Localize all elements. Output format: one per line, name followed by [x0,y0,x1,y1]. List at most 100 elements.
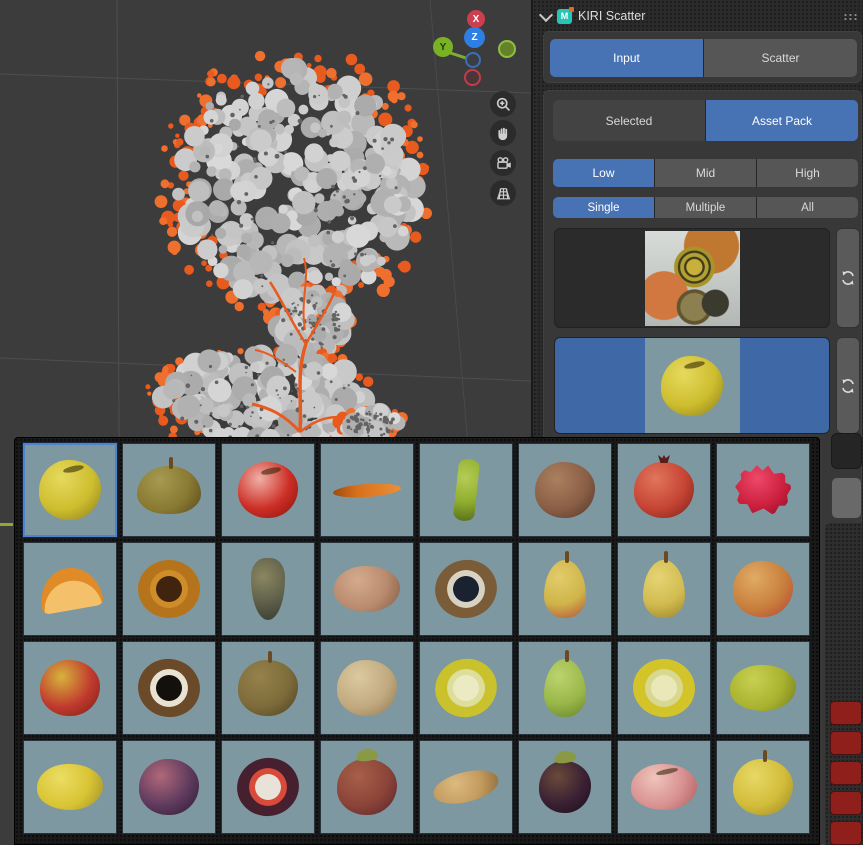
tab-selected[interactable]: Selected [553,100,705,141]
asset-item-cucumber[interactable] [419,443,513,537]
refresh-asset-1-button[interactable] [836,228,860,328]
panel-drag-grip-icon[interactable] [843,13,857,20]
asset-item-small-pear[interactable] [518,542,612,636]
asset-item-lemon-lying[interactable] [23,740,117,834]
refresh-icon [840,270,856,286]
material-slot-1[interactable] [830,701,862,725]
tab-low[interactable]: Low [553,159,654,187]
fruit-pack-thumbnail [645,231,740,326]
zoom-tool-button[interactable] [490,91,516,117]
main-tab-group: Input Scatter [550,39,857,77]
asset-item-open-coconut[interactable] [419,542,513,636]
open-coconut-thumbnail [429,553,504,625]
asset-item-butternut-upright[interactable] [221,542,315,636]
coconut-half-thumbnail [133,654,204,722]
tab-high[interactable]: High [757,159,858,187]
asset-item-yellow-pear[interactable] [617,542,711,636]
camera-view-button[interactable] [490,150,516,176]
material-slot-5[interactable] [830,821,862,845]
dragonfruit-thumbnail [730,460,795,521]
tab-mid[interactable]: Mid [655,159,756,187]
asset-dropdown-grid [14,437,820,845]
carrot-thumbnail [333,481,402,499]
asset-item-lemon[interactable] [23,443,117,537]
asset-item-green-pear[interactable] [518,641,612,735]
asset-item-flat-peach[interactable] [617,740,711,834]
green-pumpkin-thumbnail [137,466,201,514]
asset-item-kiwi[interactable] [221,641,315,735]
green-lemon-thumbnail [730,665,796,711]
asset-item-sapodilla[interactable] [518,443,612,537]
material-slot-4[interactable] [830,791,862,815]
camera-icon [495,155,512,172]
asset-item-open-apricot[interactable] [122,542,216,636]
gizmo-z-axis[interactable]: Z [464,27,485,48]
kiwi-thumbnail [238,660,298,716]
gizmo-x-neg-axis[interactable] [464,69,481,86]
pan-tool-button[interactable] [490,120,516,146]
asset-item-mangosteen-top[interactable] [320,740,414,834]
pomegranate-thumbnail [634,462,694,518]
gizmo-y-axis[interactable]: Y [433,37,453,57]
asset-item-butternut-lying[interactable] [419,740,513,834]
tab-asset-pack[interactable]: Asset Pack [706,100,858,141]
gizmo-y-neg-axis[interactable] [498,40,516,58]
butternut-lying-thumbnail [430,764,501,809]
potato-thumbnail [334,566,400,612]
kiri-logo-icon: M [557,9,572,24]
tab-single[interactable]: Single [553,197,654,218]
material-slot-3[interactable] [830,761,862,785]
sapodilla-thumbnail [535,462,595,518]
material-slot-list [825,523,863,845]
panel-button-dark[interactable] [831,433,862,469]
asset-item-mangosteen-stem[interactable] [518,740,612,834]
mangosteen-top-thumbnail [337,759,397,815]
collapse-chevron-icon[interactable] [539,7,553,21]
material-slot-2[interactable] [830,731,862,755]
gizmo-z-neg-axis[interactable] [465,52,481,68]
asset-item-carrot[interactable] [320,443,414,537]
orange-slice-thumbnail [36,563,104,615]
asset-item-mangosteen-open[interactable] [221,740,315,834]
green-pear-thumbnail [544,659,586,717]
tab-scatter[interactable]: Scatter [704,39,857,77]
asset-item-plum[interactable] [122,740,216,834]
plum-thumbnail [139,759,199,815]
lemon-preview-blob [661,356,723,416]
blender-window: { "colors": { "accent_blue": "#4772b3", … [0,0,863,845]
asset-item-pomegranate[interactable] [617,443,711,537]
panel-header: M KIRI Scatter [537,6,861,26]
asset-item-yellow-quince[interactable] [716,740,810,834]
asset-row-lemon[interactable] [554,337,830,434]
hand-icon [495,125,511,141]
magnifier-plus-icon [495,96,512,113]
red-mango-thumbnail [40,660,100,716]
refresh-asset-2-button[interactable] [836,337,860,434]
asset-row-fruit-pack[interactable] [554,228,830,328]
panel-button-gray[interactable] [831,477,862,519]
asset-item-mango[interactable] [716,542,810,636]
grid-icon [495,185,512,202]
perspective-toggle-button[interactable] [490,180,516,206]
tab-multiple[interactable]: Multiple [655,197,756,218]
tab-all[interactable]: All [757,197,858,218]
asset-item-dragonfruit[interactable] [716,443,810,537]
asset-item-orange-slice[interactable] [23,542,117,636]
asset-item-whole-coconut[interactable] [320,641,414,735]
asset-item-lemon-half[interactable] [419,641,513,735]
gizmo-x-axis[interactable]: X [467,10,485,28]
tab-input[interactable]: Input [550,39,703,77]
asset-item-coconut-half[interactable] [122,641,216,735]
asset-item-red-apple[interactable] [221,443,315,537]
small-pear-thumbnail [544,560,586,618]
asset-item-green-lemon[interactable] [716,641,810,735]
yellow-pear-thumbnail [643,560,685,618]
asset-item-red-mango[interactable] [23,641,117,735]
asset-item-lemon-half-2[interactable] [617,641,711,735]
whole-coconut-thumbnail [337,660,397,716]
asset-item-potato[interactable] [320,542,414,636]
butternut-upright-thumbnail [251,558,285,620]
count-tab-group: Single Multiple All [553,197,858,218]
asset-item-green-pumpkin[interactable] [122,443,216,537]
refresh-icon [840,378,856,394]
